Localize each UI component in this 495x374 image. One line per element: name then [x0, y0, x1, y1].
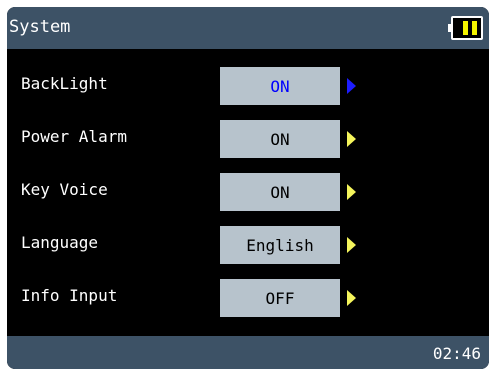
power-alarm-arrow-icon[interactable] — [347, 131, 356, 147]
status-bar: 02:46 — [7, 336, 489, 369]
language-button[interactable]: English — [220, 226, 340, 264]
battery-body — [451, 16, 483, 40]
language-arrow-icon[interactable] — [347, 237, 356, 253]
setting-label-backlight: BackLight — [21, 74, 108, 93]
info-input-button[interactable]: OFF — [220, 279, 340, 317]
key-voice-arrow-icon[interactable] — [347, 184, 356, 200]
screen: System BackLight ON Power Alarm ON Key V… — [7, 7, 489, 369]
info-input-arrow-icon[interactable] — [347, 290, 356, 306]
clock: 02:46 — [432, 344, 481, 363]
page-title: System — [9, 17, 71, 37]
backlight-arrow-icon[interactable] — [347, 78, 356, 94]
setting-label-power-alarm: Power Alarm — [21, 127, 127, 146]
title-bar: System — [7, 7, 489, 49]
key-voice-button[interactable]: ON — [220, 173, 340, 211]
setting-label-key-voice: Key Voice — [21, 180, 108, 199]
device-frame: System BackLight ON Power Alarm ON Key V… — [0, 0, 495, 374]
setting-label-language: Language — [21, 233, 99, 252]
setting-label-info-input: Info Input — [21, 286, 118, 305]
battery-icon — [448, 16, 483, 40]
battery-bar — [472, 21, 477, 35]
backlight-button[interactable]: ON — [220, 67, 340, 105]
power-alarm-button[interactable]: ON — [220, 120, 340, 158]
battery-bar — [463, 21, 468, 35]
